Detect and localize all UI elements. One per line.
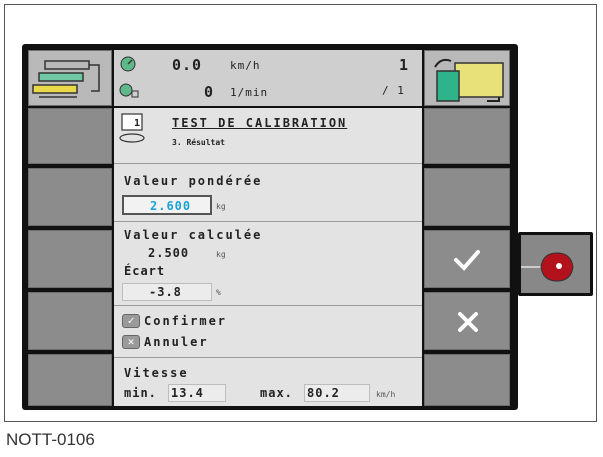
svg-text:1: 1 bbox=[134, 118, 140, 129]
speed-min-label: min. bbox=[124, 386, 157, 400]
deviation-box: -3.8 bbox=[122, 283, 212, 301]
cancel-softkey[interactable] bbox=[424, 292, 510, 350]
speed-value: 0.0 bbox=[172, 56, 203, 74]
speed-max-value: 80.2 bbox=[307, 386, 340, 400]
title-row: 1 TEST DE CALIBRATION 3. Résultat bbox=[114, 108, 422, 164]
softkey-left-5[interactable] bbox=[28, 354, 112, 406]
figure-caption: NOTT-0106 bbox=[6, 430, 95, 449]
pto-icon bbox=[119, 83, 139, 98]
red-button-icon[interactable] bbox=[521, 235, 590, 293]
confirm-softkey[interactable] bbox=[424, 230, 510, 288]
calculated-label: Valeur calculée bbox=[124, 228, 263, 242]
page-title: TEST DE CALIBRATION bbox=[172, 116, 348, 130]
calculated-row: Valeur calculée 2.500 kg Écart -3.8 % bbox=[114, 222, 422, 306]
speed-min-box: 13.4 bbox=[168, 384, 226, 402]
softkey-left-1[interactable] bbox=[28, 108, 112, 164]
calculated-value: 2.500 bbox=[148, 246, 190, 260]
softkey-left-3[interactable] bbox=[28, 230, 112, 288]
options-row: ✓ Confirmer ✕ Annuler bbox=[114, 306, 422, 358]
weighed-label: Valeur pondérée bbox=[124, 174, 263, 188]
calibration-icon: 1 bbox=[119, 113, 145, 143]
softkey-left-2[interactable] bbox=[28, 168, 112, 226]
speed-row: Vitesse min. 13.4 max. 80.2 km/h bbox=[114, 358, 422, 406]
speed-unit: km/h bbox=[230, 59, 261, 72]
cross-icon bbox=[458, 312, 478, 332]
speedometer-icon bbox=[120, 56, 136, 72]
softkey-right-1[interactable] bbox=[424, 108, 510, 164]
check-icon bbox=[454, 250, 480, 271]
softkey-right-5[interactable] bbox=[424, 354, 510, 406]
weighed-row: Valeur pondérée 2.600 kg bbox=[114, 164, 422, 222]
control-inset bbox=[518, 232, 593, 296]
cancel-option-label[interactable]: Annuler bbox=[144, 335, 209, 349]
softkey-right-2[interactable] bbox=[424, 168, 510, 226]
cancel-checkbox[interactable]: ✕ bbox=[122, 335, 140, 349]
control-device bbox=[521, 235, 590, 293]
speed-max-box: 80.2 bbox=[304, 384, 370, 402]
deviation-value: -3.8 bbox=[149, 285, 182, 299]
page-total: / 1 bbox=[382, 84, 405, 97]
confirm-option-label[interactable]: Confirmer bbox=[144, 314, 227, 328]
page-number: 1 bbox=[399, 56, 410, 74]
speed-max-label: max. bbox=[260, 386, 293, 400]
rpm-unit: 1/min bbox=[230, 86, 269, 99]
machine-icon bbox=[32, 60, 100, 98]
weighed-unit: kg bbox=[216, 202, 226, 211]
weighed-value: 2.600 bbox=[150, 199, 192, 213]
content-panel: 1 TEST DE CALIBRATION 3. Résultat Valeur… bbox=[114, 108, 422, 406]
machine-icon-button[interactable] bbox=[28, 50, 112, 106]
speed-label: Vitesse bbox=[124, 366, 189, 380]
page-subtitle: 3. Résultat bbox=[172, 138, 225, 147]
weighed-input[interactable]: 2.600 bbox=[122, 195, 212, 215]
deviation-unit: % bbox=[216, 288, 221, 297]
deviation-label: Écart bbox=[124, 264, 166, 278]
layout-switch-icon bbox=[434, 58, 504, 102]
softkey-left-4[interactable] bbox=[28, 292, 112, 350]
menu-icon-button[interactable] bbox=[424, 50, 510, 106]
rpm-value: 0 bbox=[204, 83, 215, 101]
calculated-unit: kg bbox=[216, 250, 226, 259]
status-bar: 0.0 km/h 0 1/min 1 / 1 bbox=[114, 50, 422, 106]
speed-unit: km/h bbox=[376, 390, 396, 399]
speed-min-value: 13.4 bbox=[171, 386, 204, 400]
confirm-checkbox[interactable]: ✓ bbox=[122, 314, 140, 328]
